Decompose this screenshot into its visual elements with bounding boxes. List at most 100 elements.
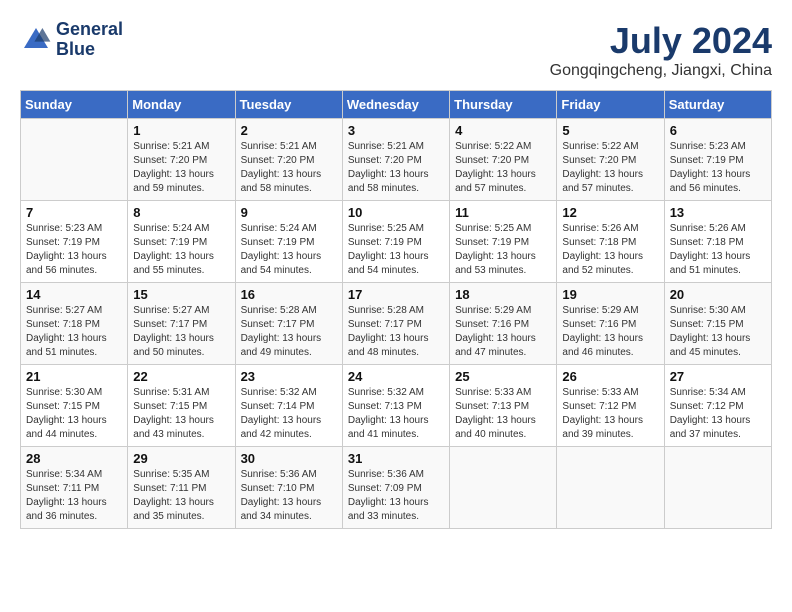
header-day-wednesday: Wednesday [342,91,449,119]
calendar-week-4: 21 Sunrise: 5:30 AMSunset: 7:15 PMDayligh… [21,365,772,447]
day-number: 16 [241,287,337,302]
calendar-cell: 27 Sunrise: 5:34 AMSunset: 7:12 PMDayligh… [664,365,771,447]
calendar-table: SundayMondayTuesdayWednesdayThursdayFrid… [20,90,772,529]
day-info: Sunrise: 5:26 AMSunset: 7:18 PMDaylight:… [670,222,766,278]
day-info: Sunrise: 5:30 AMSunset: 7:15 PMDaylight:… [670,304,766,360]
day-info: Sunrise: 5:34 AMSunset: 7:12 PMDaylight:… [670,386,766,442]
calendar-cell [664,447,771,529]
day-info: Sunrise: 5:27 AMSunset: 7:17 PMDaylight:… [133,304,229,360]
day-info: Sunrise: 5:22 AMSunset: 7:20 PMDaylight:… [455,140,551,196]
calendar-cell: 15 Sunrise: 5:27 AMSunset: 7:17 PMDayligh… [128,283,235,365]
calendar-cell [450,447,557,529]
calendar-cell: 8 Sunrise: 5:24 AMSunset: 7:19 PMDaylight… [128,201,235,283]
calendar-cell: 4 Sunrise: 5:22 AMSunset: 7:20 PMDaylight… [450,119,557,201]
day-info: Sunrise: 5:35 AMSunset: 7:11 PMDaylight:… [133,468,229,524]
day-info: Sunrise: 5:22 AMSunset: 7:20 PMDaylight:… [562,140,658,196]
logo-text: General Blue [56,20,123,60]
day-number: 7 [26,205,122,220]
calendar-cell [21,119,128,201]
day-info: Sunrise: 5:21 AMSunset: 7:20 PMDaylight:… [133,140,229,196]
day-number: 2 [241,123,337,138]
header-row: SundayMondayTuesdayWednesdayThursdayFrid… [21,91,772,119]
day-number: 19 [562,287,658,302]
calendar-body: 1 Sunrise: 5:21 AMSunset: 7:20 PMDaylight… [21,119,772,529]
month-title: July 2024 [550,20,772,62]
header-day-monday: Monday [128,91,235,119]
day-number: 11 [455,205,551,220]
calendar-cell: 19 Sunrise: 5:29 AMSunset: 7:16 PMDayligh… [557,283,664,365]
day-number: 20 [670,287,766,302]
day-info: Sunrise: 5:36 AMSunset: 7:10 PMDaylight:… [241,468,337,524]
calendar-cell: 17Sunrise: 5:28 AMSunset: 7:17 PMDayligh… [342,283,449,365]
logo-icon [20,24,52,56]
day-number: 31 [348,451,444,466]
day-info: Sunrise: 5:30 AMSunset: 7:15 PMDaylight:… [26,386,122,442]
calendar-cell: 5 Sunrise: 5:22 AMSunset: 7:20 PMDaylight… [557,119,664,201]
calendar-header: SundayMondayTuesdayWednesdayThursdayFrid… [21,91,772,119]
day-number: 13 [670,205,766,220]
header-day-friday: Friday [557,91,664,119]
calendar-cell: 7 Sunrise: 5:23 AMSunset: 7:19 PMDaylight… [21,201,128,283]
day-number: 6 [670,123,766,138]
calendar-cell: 29 Sunrise: 5:35 AMSunset: 7:11 PMDayligh… [128,447,235,529]
day-number: 22 [133,369,229,384]
calendar-cell: 11Sunrise: 5:25 AMSunset: 7:19 PMDayligh… [450,201,557,283]
calendar-cell: 21 Sunrise: 5:30 AMSunset: 7:15 PMDayligh… [21,365,128,447]
calendar-cell: 14Sunrise: 5:27 AMSunset: 7:18 PMDayligh… [21,283,128,365]
location-title: Gongqingcheng, Jiangxi, China [550,62,772,80]
calendar-week-5: 28Sunrise: 5:34 AMSunset: 7:11 PMDayligh… [21,447,772,529]
day-number: 25 [455,369,551,384]
day-number: 10 [348,205,444,220]
calendar-cell [557,447,664,529]
day-info: Sunrise: 5:28 AMSunset: 7:17 PMDaylight:… [241,304,337,360]
day-number: 12 [562,205,658,220]
day-info: Sunrise: 5:29 AMSunset: 7:16 PMDaylight:… [562,304,658,360]
calendar-cell: 12 Sunrise: 5:26 AMSunset: 7:18 PMDayligh… [557,201,664,283]
day-info: Sunrise: 5:32 AMSunset: 7:14 PMDaylight:… [241,386,337,442]
day-info: Sunrise: 5:23 AMSunset: 7:19 PMDaylight:… [26,222,122,278]
logo: General Blue [20,20,123,60]
day-number: 29 [133,451,229,466]
calendar-cell: 26Sunrise: 5:33 AMSunset: 7:12 PMDayligh… [557,365,664,447]
day-info: Sunrise: 5:21 AMSunset: 7:20 PMDaylight:… [348,140,444,196]
day-number: 15 [133,287,229,302]
calendar-week-3: 14Sunrise: 5:27 AMSunset: 7:18 PMDayligh… [21,283,772,365]
calendar-cell: 1 Sunrise: 5:21 AMSunset: 7:20 PMDaylight… [128,119,235,201]
calendar-cell: 31 Sunrise: 5:36 AMSunset: 7:09 PMDayligh… [342,447,449,529]
day-info: Sunrise: 5:24 AMSunset: 7:19 PMDaylight:… [133,222,229,278]
day-number: 8 [133,205,229,220]
day-info: Sunrise: 5:21 AMSunset: 7:20 PMDaylight:… [241,140,337,196]
header-day-sunday: Sunday [21,91,128,119]
calendar-cell: 20 Sunrise: 5:30 AMSunset: 7:15 PMDayligh… [664,283,771,365]
calendar-cell: 30 Sunrise: 5:36 AMSunset: 7:10 PMDayligh… [235,447,342,529]
calendar-cell: 24Sunrise: 5:32 AMSunset: 7:13 PMDayligh… [342,365,449,447]
day-number: 21 [26,369,122,384]
calendar-cell: 13 Sunrise: 5:26 AMSunset: 7:18 PMDayligh… [664,201,771,283]
day-info: Sunrise: 5:25 AMSunset: 7:19 PMDaylight:… [348,222,444,278]
day-number: 4 [455,123,551,138]
day-info: Sunrise: 5:24 AMSunset: 7:19 PMDaylight:… [241,222,337,278]
day-number: 9 [241,205,337,220]
header-day-thursday: Thursday [450,91,557,119]
day-info: Sunrise: 5:31 AMSunset: 7:15 PMDaylight:… [133,386,229,442]
calendar-week-1: 1 Sunrise: 5:21 AMSunset: 7:20 PMDaylight… [21,119,772,201]
calendar-cell: 6 Sunrise: 5:23 AMSunset: 7:19 PMDaylight… [664,119,771,201]
day-number: 24 [348,369,444,384]
day-number: 1 [133,123,229,138]
day-number: 3 [348,123,444,138]
day-info: Sunrise: 5:23 AMSunset: 7:19 PMDaylight:… [670,140,766,196]
calendar-cell: 23Sunrise: 5:32 AMSunset: 7:14 PMDayligh… [235,365,342,447]
day-number: 28 [26,451,122,466]
calendar-cell: 28Sunrise: 5:34 AMSunset: 7:11 PMDayligh… [21,447,128,529]
day-number: 5 [562,123,658,138]
calendar-cell: 25Sunrise: 5:33 AMSunset: 7:13 PMDayligh… [450,365,557,447]
day-info: Sunrise: 5:26 AMSunset: 7:18 PMDaylight:… [562,222,658,278]
day-number: 27 [670,369,766,384]
header-day-tuesday: Tuesday [235,91,342,119]
calendar-cell: 9 Sunrise: 5:24 AMSunset: 7:19 PMDaylight… [235,201,342,283]
day-number: 30 [241,451,337,466]
day-info: Sunrise: 5:27 AMSunset: 7:18 PMDaylight:… [26,304,122,360]
calendar-cell: 22 Sunrise: 5:31 AMSunset: 7:15 PMDayligh… [128,365,235,447]
page-header: General Blue July 2024 Gongqingcheng, Ji… [20,20,772,80]
day-info: Sunrise: 5:36 AMSunset: 7:09 PMDaylight:… [348,468,444,524]
